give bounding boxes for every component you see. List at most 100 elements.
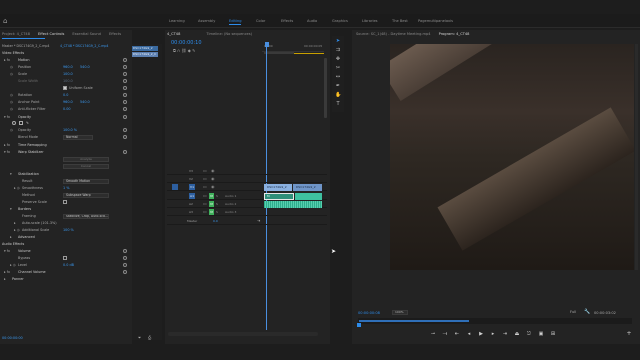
tab-source[interactable]: Source: SC_1(48) - Daytime Meeting.mp4 (356, 32, 431, 36)
workspace-tab-libraries[interactable]: Libraries (362, 19, 378, 23)
tab-program[interactable]: Program: 4_CT48 (439, 32, 470, 36)
mute-toggle-a2[interactable]: M (209, 201, 214, 207)
reset-icon[interactable] (123, 65, 127, 69)
timeline-timecode[interactable]: 00:00:00:10 (171, 40, 202, 46)
reset-icon[interactable] (123, 128, 127, 132)
go-to-end-icon[interactable]: ⇥ (257, 218, 260, 223)
play-icon[interactable]: ▶ (478, 331, 484, 337)
blend-mode-dropdown[interactable]: Normal (63, 134, 93, 140)
time-remapping-group[interactable]: ▸ fx Time Remapping (0, 142, 132, 148)
track-lock-icon[interactable]: ▭ (203, 176, 207, 181)
mark-out-icon[interactable]: ⟞ (442, 331, 448, 337)
go-to-in-icon[interactable]: ⇤ (454, 331, 460, 337)
track-target-a1[interactable]: A1 (189, 193, 195, 199)
track-target-v1[interactable]: V1 (189, 184, 195, 190)
ripple-edit-tool-icon[interactable]: ✥ (335, 56, 341, 62)
extract-icon[interactable]: ⎋ (526, 331, 532, 337)
solo-toggle-a3[interactable]: S (216, 209, 218, 215)
reset-icon[interactable] (123, 115, 127, 119)
workspace-tab-graphics[interactable]: Graphics (332, 19, 348, 23)
reset-icon[interactable] (123, 150, 127, 154)
reset-icon[interactable] (123, 72, 127, 76)
program-video-frame[interactable] (390, 44, 634, 270)
reset-icon[interactable] (123, 58, 127, 62)
reset-icon[interactable] (123, 270, 127, 274)
anchor-x-value[interactable]: 960.0 (63, 99, 73, 105)
level-value[interactable]: 0.0 dB (63, 262, 74, 268)
snap-icon[interactable]: ∩ (177, 48, 180, 53)
track-eye-icon[interactable]: ◉ (211, 184, 215, 189)
motion-group[interactable]: ▸ fx Motion (0, 57, 132, 63)
hand-tool-icon[interactable]: ✋ (335, 92, 341, 98)
audio-clip-2[interactable] (295, 193, 322, 200)
panner-group[interactable]: ▸ Panner (0, 276, 132, 282)
auto-scale-row[interactable]: ▸ Auto-scale (101.3%) (0, 220, 132, 226)
opacity-value[interactable]: 100.0 % (63, 127, 77, 133)
export-frame-icon[interactable]: ▣ (538, 331, 544, 337)
ellipse-mask-icon[interactable] (12, 121, 16, 125)
workspace-tab-thebest[interactable]: The Best (392, 19, 408, 23)
home-icon[interactable]: ⌂ (3, 17, 11, 25)
monitor-vertical-scrollbar[interactable] (635, 44, 638, 270)
audio-waveform-clip[interactable] (264, 201, 322, 208)
work-area-bar[interactable] (264, 52, 294, 54)
rotation-value[interactable]: 0.0 (63, 92, 68, 98)
step-back-icon[interactable]: ◂ (466, 331, 472, 337)
video-clip-2[interactable]: DSC174G9_2 (293, 184, 322, 191)
workspace-tab-color[interactable]: Color (256, 19, 265, 23)
workspace-tab-audio[interactable]: Audio (307, 19, 317, 23)
uniform-scale-checkbox[interactable] (63, 86, 67, 90)
reset-icon[interactable] (123, 79, 127, 83)
cancel-button[interactable]: Cancel (63, 164, 109, 169)
framing-dropdown[interactable]: Stabilize, Crop, Auto-sca... (63, 213, 109, 219)
scale-value[interactable]: 100.0 (63, 71, 73, 77)
tab-effect-controls[interactable]: Effect Controls (38, 32, 64, 36)
workspace-tab-assembly[interactable]: Assembly (198, 19, 215, 23)
tab-essential-sound[interactable]: Essential Sound (72, 32, 101, 36)
volume-group[interactable]: ▾ fx Volume (0, 248, 132, 254)
program-current-timecode[interactable]: 00:00:00:08 (358, 311, 380, 315)
add-button-icon[interactable]: + (626, 331, 632, 337)
track-lock-icon[interactable]: ▭ (203, 209, 207, 214)
workspace-tab-effects[interactable]: Effects (281, 19, 293, 23)
borders-group[interactable]: ▾ Borders (0, 206, 132, 212)
wrench-icon[interactable]: ✎ (192, 48, 195, 53)
pen-tool-icon[interactable]: ✒ (335, 83, 341, 89)
method-dropdown[interactable]: Subspace Warp (63, 192, 109, 198)
reset-icon[interactable] (123, 256, 127, 260)
workspace-tab-pagemultipanelaxis[interactable]: Pagemultipanelaxis (418, 19, 453, 23)
solo-toggle-a1[interactable]: S (216, 193, 218, 199)
reset-icon[interactable] (123, 86, 127, 90)
slip-tool-icon[interactable]: ↔ (335, 74, 341, 80)
effect-timecode[interactable]: 00:00:00:00 (2, 336, 23, 340)
timeline-scrollbar[interactable] (168, 332, 318, 336)
track-lock-icon[interactable]: ▭ (203, 168, 207, 173)
selection-tool-icon[interactable]: ➤ (335, 38, 341, 44)
reset-icon[interactable] (123, 249, 127, 253)
analyze-button[interactable]: Analyze (63, 157, 109, 162)
anchor-y-value[interactable]: 540.0 (80, 99, 90, 105)
track-select-tool-icon[interactable]: ⇉ (335, 47, 341, 53)
tab-effects[interactable]: Effects (109, 32, 121, 36)
marker-icon[interactable]: ◆ (188, 48, 191, 53)
lift-icon[interactable]: ⏏ (514, 331, 520, 337)
mini-timeline-clip[interactable]: DSC174G9_2 (132, 46, 158, 51)
quality-dropdown[interactable]: Full (570, 310, 576, 314)
advanced-group[interactable]: ▸ Advanced (0, 234, 132, 240)
go-to-out-icon[interactable]: ⇥ (502, 331, 508, 337)
tab-sequence[interactable]: 4_CT48 (167, 32, 180, 36)
result-dropdown[interactable]: Smooth Motion (63, 178, 109, 184)
channel-volume-group[interactable]: ▸ fx Channel Volume (0, 269, 132, 275)
solo-toggle-a2[interactable]: S (216, 201, 218, 207)
bypass-checkbox[interactable] (63, 256, 67, 260)
reset-icon[interactable] (123, 93, 127, 97)
source-clip-line[interactable]: Master * DSC174G9_2_C.mp4 (2, 44, 49, 48)
nest-icon[interactable]: ⧉ (173, 48, 176, 53)
mini-timeline-clip-badge[interactable]: DSC174G9_2_C (132, 52, 158, 57)
rectangle-mask-icon[interactable] (19, 121, 23, 125)
video-clip-1[interactable]: DSC174G9_2 (264, 184, 292, 191)
mute-toggle-a1[interactable]: M (209, 193, 214, 199)
type-tool-icon[interactable]: T (335, 101, 341, 107)
track-eye-icon[interactable]: ◉ (211, 168, 215, 173)
sequence-clip-line[interactable]: 4_CT48 * DSC174G9_2_C.mp4 (60, 44, 108, 48)
